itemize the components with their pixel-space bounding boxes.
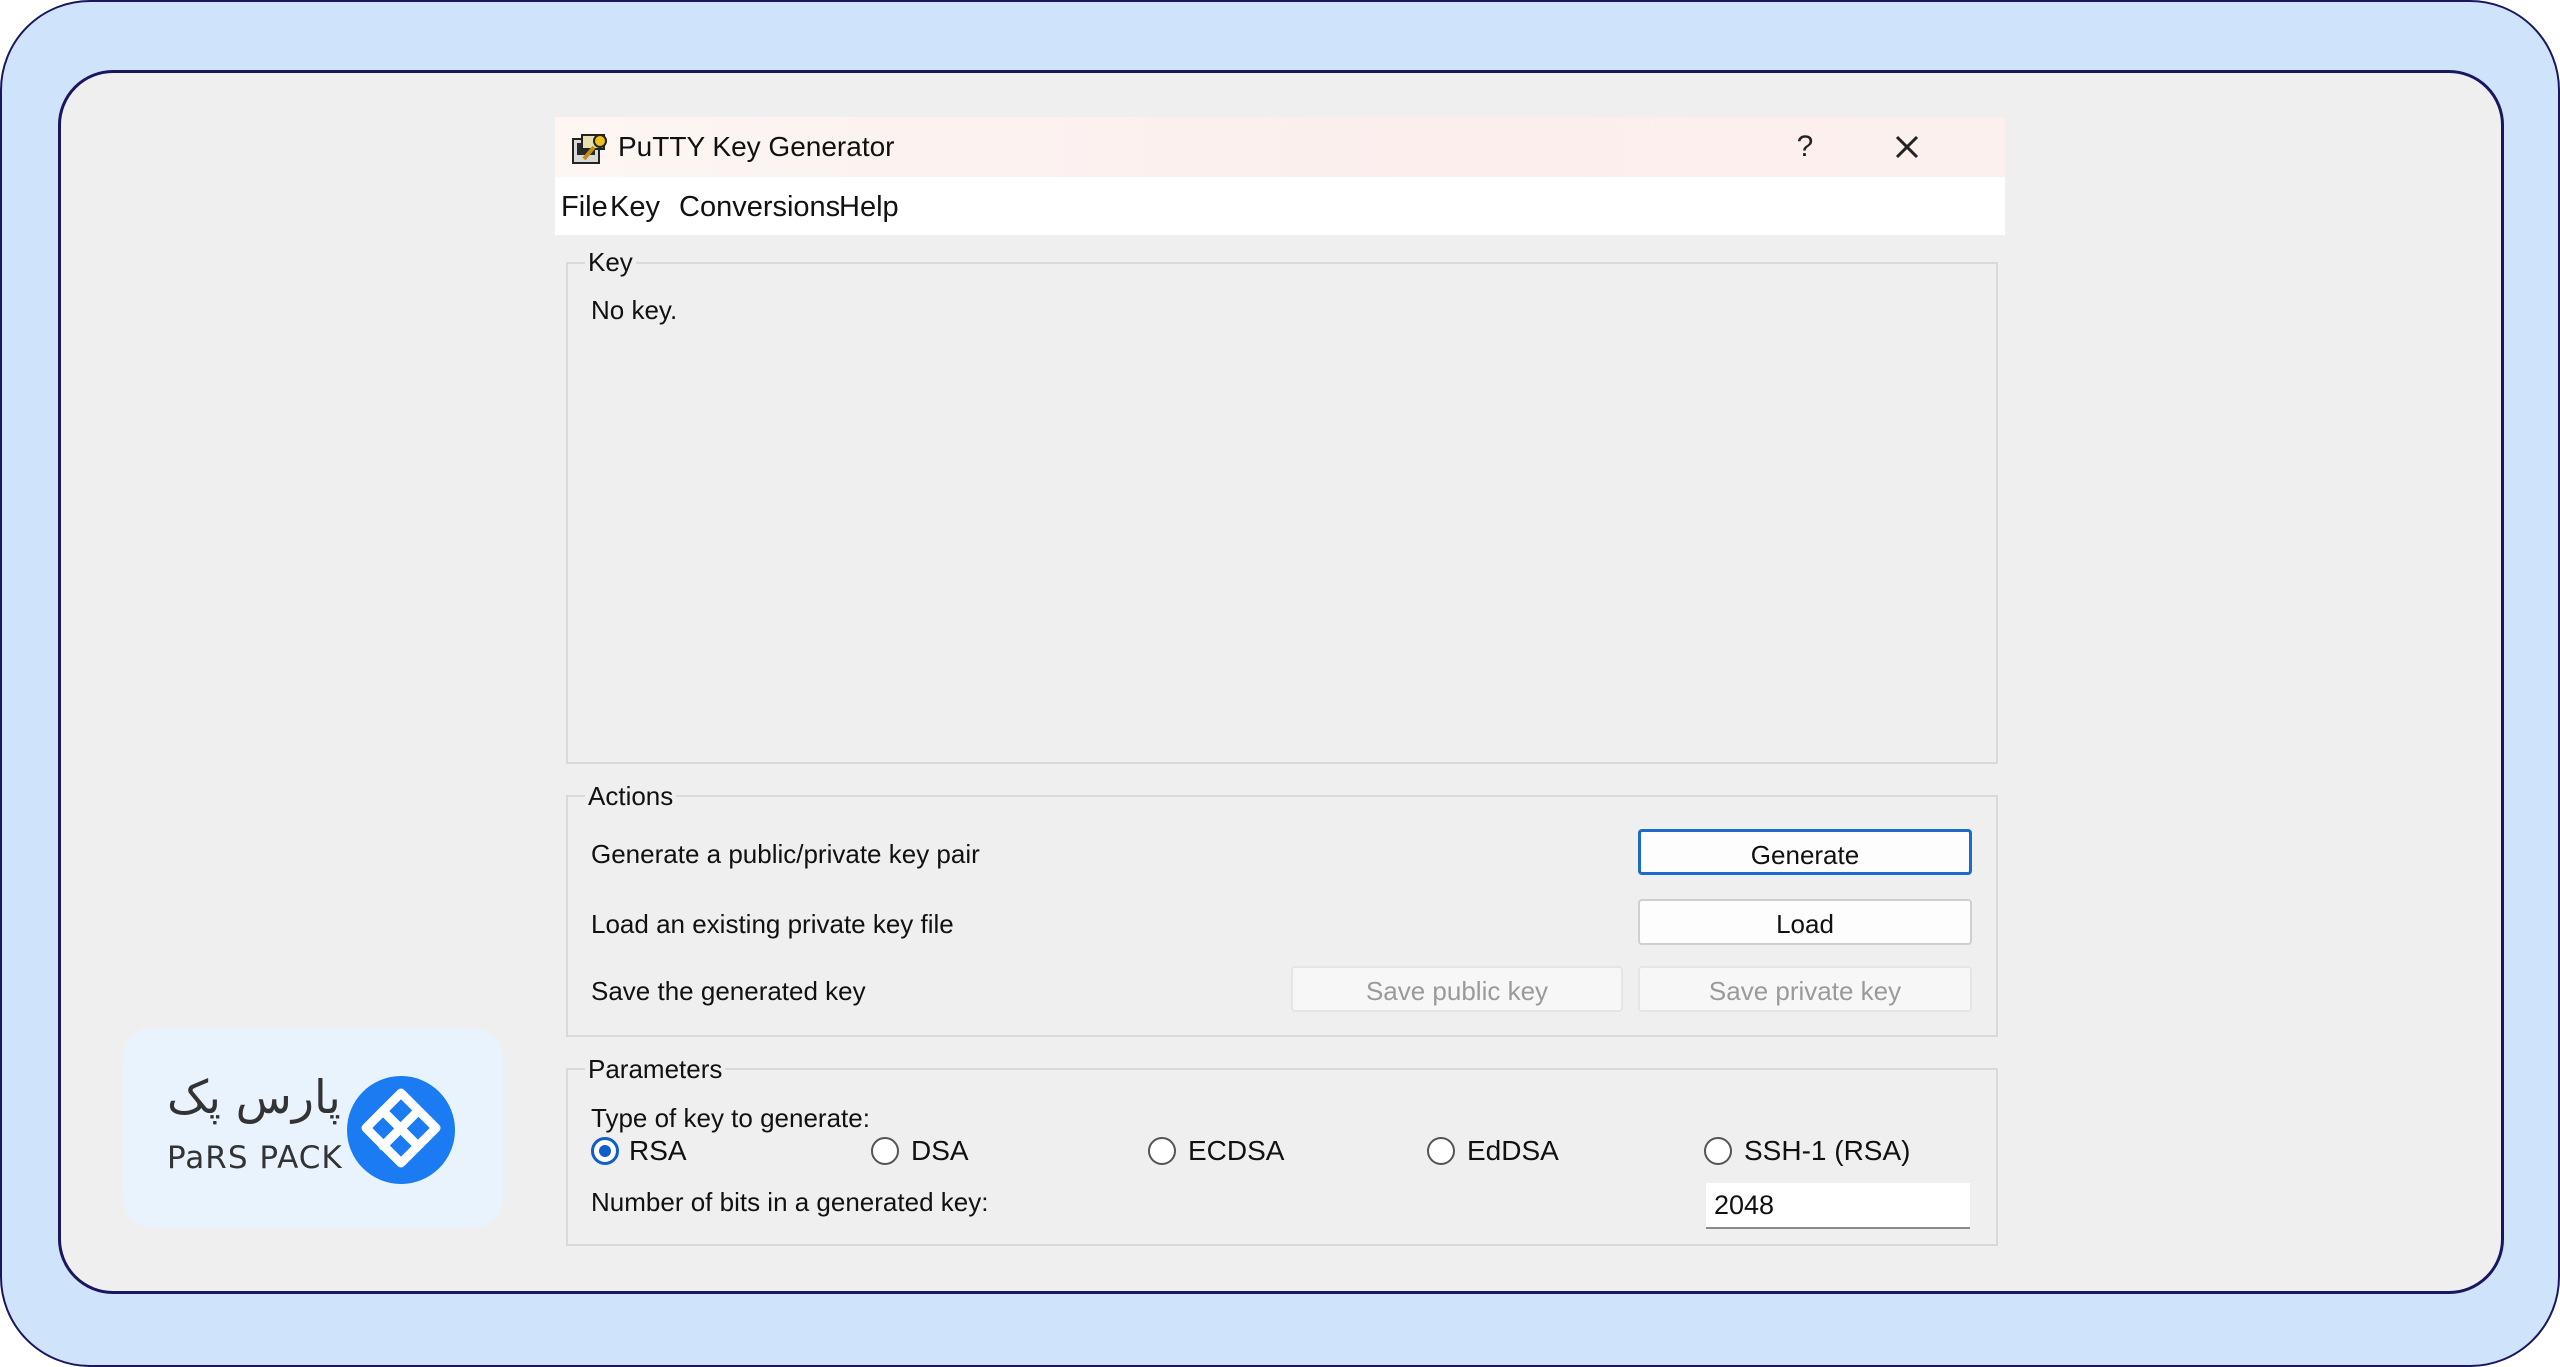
- help-button[interactable]: ?: [1785, 127, 1825, 167]
- menu-bar: File Key Conversions Help: [555, 177, 2005, 235]
- menu-file[interactable]: File: [561, 191, 608, 224]
- radio-ecdsa-label: ECDSA: [1188, 1135, 1285, 1166]
- save-private-key-button[interactable]: Save private key: [1638, 966, 1972, 1012]
- parspack-logo: پارس پک PaRS PACK: [123, 1028, 503, 1228]
- generate-button[interactable]: Generate: [1638, 829, 1972, 875]
- menu-key[interactable]: Key: [610, 191, 660, 224]
- radio-dsa[interactable]: [871, 1137, 899, 1165]
- save-public-key-button[interactable]: Save public key: [1291, 966, 1623, 1012]
- key-type-label: Type of key to generate:: [591, 1103, 870, 1133]
- key-group-label: Key: [585, 247, 636, 278]
- radio-rsa[interactable]: [591, 1137, 619, 1165]
- key-status: No key.: [591, 295, 678, 325]
- save-description: Save the generated key: [591, 976, 866, 1006]
- load-button[interactable]: Load: [1638, 899, 1972, 945]
- load-description: Load an existing private key file: [591, 909, 954, 939]
- generate-description: Generate a public/private key pair: [591, 839, 980, 869]
- menu-help[interactable]: Help: [839, 191, 899, 224]
- key-group: [566, 262, 1998, 764]
- radio-dsa-label: DSA: [911, 1135, 969, 1166]
- close-icon[interactable]: [1885, 125, 1929, 169]
- window-title: PuTTY Key Generator: [618, 131, 895, 162]
- radio-eddsa-label: EdDSA: [1467, 1135, 1559, 1166]
- radio-ecdsa[interactable]: [1148, 1137, 1176, 1165]
- radio-rsa-label: RSA: [629, 1135, 687, 1166]
- radio-ssh1-rsa-label: SSH-1 (RSA): [1744, 1135, 1911, 1166]
- title-bar: PuTTY Key Generator ?: [555, 117, 2005, 177]
- logo-latin-text: PaRS PACK: [167, 1140, 343, 1176]
- menu-conversions[interactable]: Conversions: [679, 191, 840, 224]
- putty-keygen-icon: [572, 134, 607, 164]
- bits-input[interactable]: [1706, 1183, 1970, 1229]
- inner-frame: PuTTY Key Generator ? File Key Conversio…: [58, 70, 2504, 1294]
- parameters-group-label: Parameters: [585, 1054, 726, 1085]
- bits-label: Number of bits in a generated key:: [591, 1187, 989, 1217]
- radio-eddsa[interactable]: [1427, 1137, 1455, 1165]
- logo-persian-text: پارس پک: [167, 1070, 341, 1124]
- radio-ssh1-rsa[interactable]: [1704, 1137, 1732, 1165]
- actions-group-label: Actions: [585, 781, 677, 812]
- parspack-diamond-icon: [347, 1076, 455, 1184]
